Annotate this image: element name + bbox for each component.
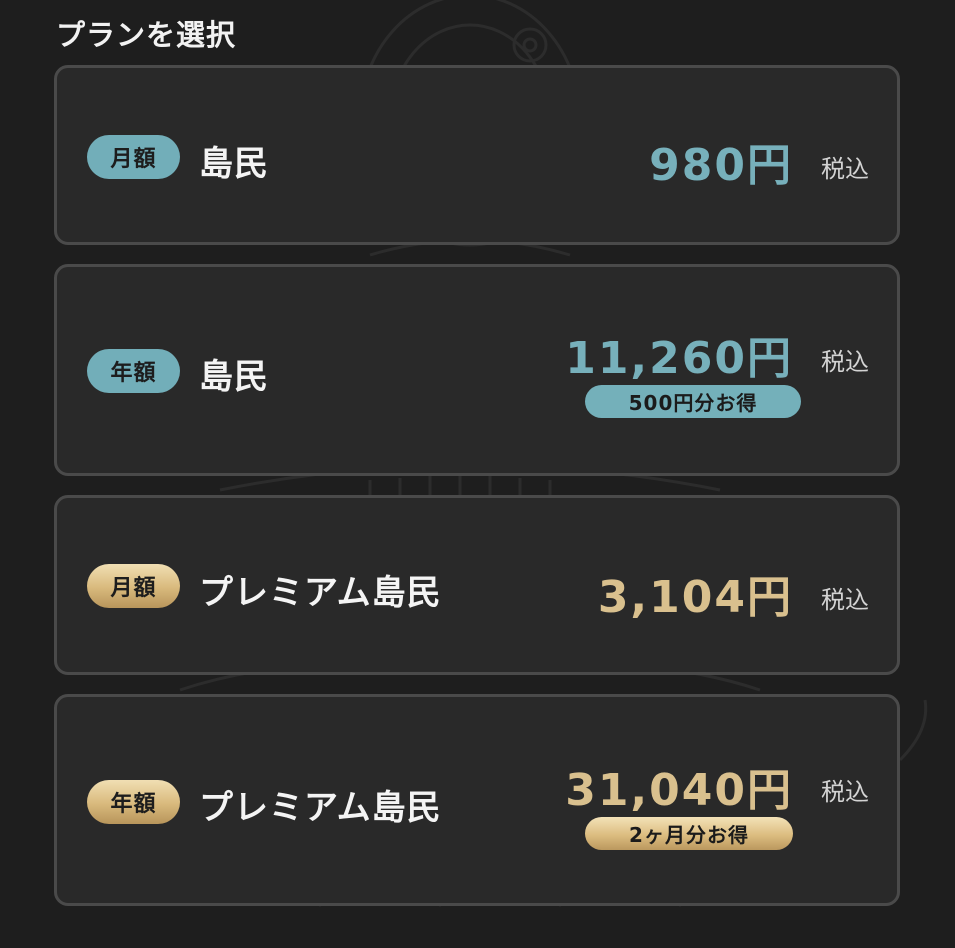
plan-name: 島民 bbox=[199, 357, 269, 397]
tax-label: 税込 bbox=[821, 155, 869, 183]
plan-price: 11,260円 bbox=[565, 333, 793, 384]
tax-label: 税込 bbox=[821, 586, 869, 614]
plan-card-yearly-premium[interactable]: 年額 プレミアム島民 31,040円 税込 2ヶ月分お得 bbox=[54, 694, 900, 906]
discount-badge: 2ヶ月分お得 bbox=[585, 817, 793, 850]
page-title: プランを選択 bbox=[56, 18, 237, 52]
period-pill: 年額 bbox=[87, 780, 180, 824]
plan-name: プレミアム島民 bbox=[199, 573, 442, 613]
period-pill: 月額 bbox=[87, 564, 180, 608]
discount-badge: 500円分お得 bbox=[585, 385, 801, 418]
plan-card-yearly-standard[interactable]: 年額 島民 11,260円 税込 500円分お得 bbox=[54, 264, 900, 476]
plan-price: 3,104円 bbox=[597, 572, 793, 623]
period-pill: 年額 bbox=[87, 349, 180, 393]
period-pill: 月額 bbox=[87, 135, 180, 179]
tax-label: 税込 bbox=[821, 778, 869, 806]
plan-name: プレミアム島民 bbox=[199, 788, 442, 828]
plan-price: 980円 bbox=[649, 140, 793, 191]
plan-card-monthly-premium[interactable]: 月額 プレミアム島民 3,104円 税込 bbox=[54, 495, 900, 675]
plan-name: 島民 bbox=[199, 144, 269, 184]
plan-price: 31,040円 bbox=[565, 765, 793, 816]
tax-label: 税込 bbox=[821, 348, 869, 376]
plan-card-monthly-standard[interactable]: 月額 島民 980円 税込 bbox=[54, 65, 900, 245]
